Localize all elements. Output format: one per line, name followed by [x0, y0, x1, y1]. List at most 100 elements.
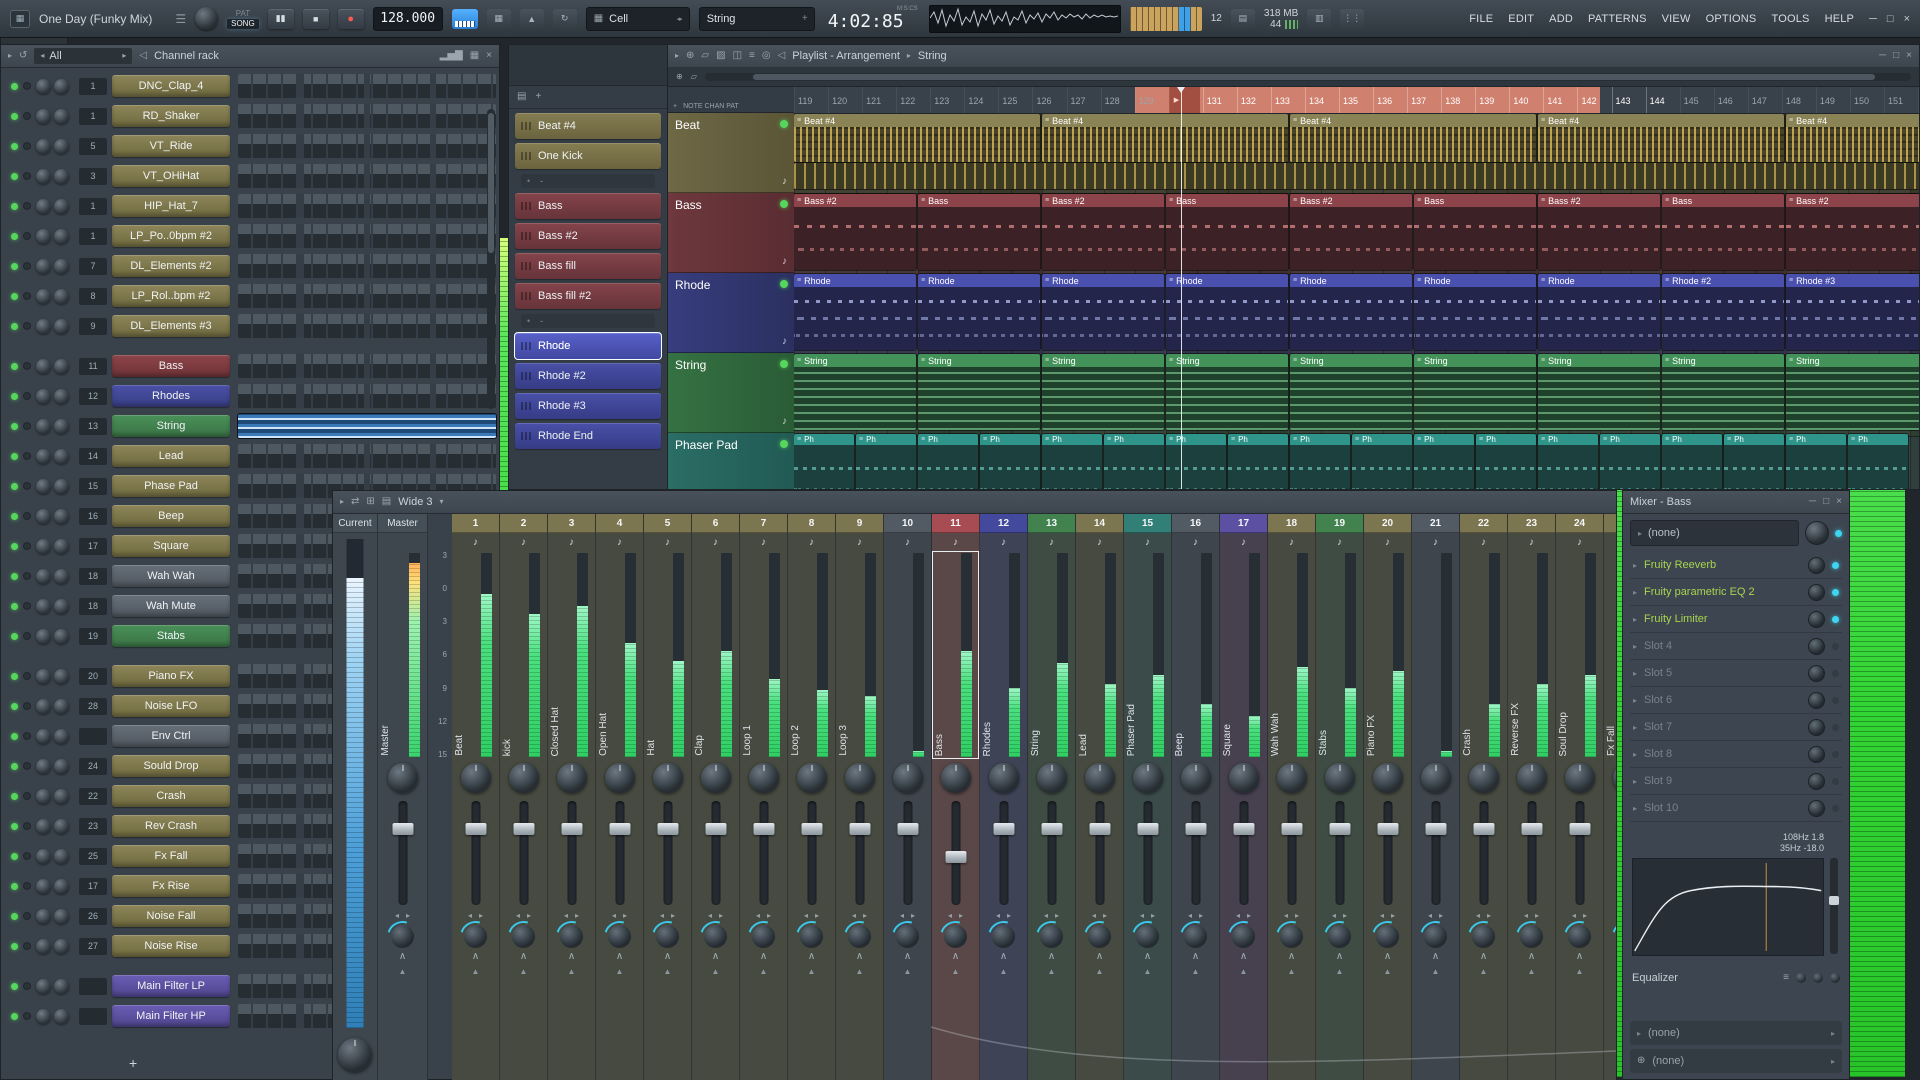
pattern-item[interactable]: Bass fill	[515, 253, 661, 279]
fx-extra1-arrow-icon[interactable]: ▸	[1637, 1029, 1641, 1038]
channel-name-button[interactable]: Wah Mute	[112, 595, 230, 617]
fx-close-icon[interactable]: ×	[1836, 497, 1842, 507]
playlist-clip[interactable]: ≡ String	[1166, 354, 1288, 430]
channel-mute-led[interactable]	[11, 173, 18, 180]
zoom-tool-icon[interactable]: ◎	[762, 51, 771, 61]
fx-slot[interactable]: ▸ Slot 5	[1630, 660, 1842, 687]
channel-target-number[interactable]: 13	[79, 418, 107, 435]
channel-name-button[interactable]: Lead	[112, 445, 230, 467]
channel-volume-knob[interactable]	[54, 109, 69, 124]
channel-target-number[interactable]: 20	[79, 668, 107, 685]
channel-mute-led[interactable]	[11, 603, 18, 610]
channel-target-number[interactable]: 26	[79, 908, 107, 925]
mixer-pan-knob[interactable]	[701, 763, 731, 793]
channel-target-number[interactable]: 11	[79, 358, 107, 375]
clip-menu-icon[interactable]: ≡	[1541, 277, 1545, 284]
mixer-strip[interactable]: 1 ♪ Beat ◂▸ ∧ ▲	[452, 514, 500, 1080]
clip-menu-icon[interactable]: ≡	[1045, 117, 1049, 124]
playlist-clip[interactable]: ≡ String	[1414, 354, 1536, 430]
channel-target-number[interactable]: 1	[79, 108, 107, 125]
eq-curve-display[interactable]	[1632, 858, 1824, 956]
mixer-stereo-knob[interactable]	[1472, 925, 1495, 948]
channel-volume-knob[interactable]	[54, 169, 69, 184]
menu-item[interactable]: ADD	[1549, 13, 1573, 25]
channel-filter-dropdown[interactable]: ◂ All ▸	[34, 48, 132, 64]
channel-volume-knob[interactable]	[54, 879, 69, 894]
fx-slot-name[interactable]: Slot 7	[1644, 721, 1801, 733]
channel-mute-led[interactable]	[11, 393, 18, 400]
channel-target-number[interactable]: 8	[79, 288, 107, 305]
arrangement-selector-value[interactable]: String	[707, 13, 736, 25]
mixer-strip[interactable]: 4 ♪ Open Hat ◂▸ ∧ ▲	[596, 514, 644, 1080]
mixer-fader-handle[interactable]	[849, 823, 870, 835]
channel-name-button[interactable]: Bass	[112, 355, 230, 377]
channel-name-button[interactable]: Noise Rise	[112, 935, 230, 957]
track-mute-led[interactable]	[780, 360, 788, 368]
channel-name-button[interactable]: Fx Fall	[112, 845, 230, 867]
clip-menu-icon[interactable]: ≡	[1851, 436, 1855, 443]
step-sequencer-grid[interactable]	[238, 134, 496, 158]
channel-pan-knob[interactable]	[36, 729, 51, 744]
step-sequencer-grid[interactable]	[238, 194, 496, 218]
track-header[interactable]: Phaser Pad ♪	[668, 433, 794, 490]
ruler-bar-cell[interactable]: 123	[930, 87, 961, 113]
channel-target-number[interactable]: 9	[79, 318, 107, 335]
channel-target-number[interactable]	[79, 1008, 107, 1025]
clip-menu-icon[interactable]: ≡	[1045, 197, 1049, 204]
mixer-stereo-knob[interactable]	[1184, 925, 1207, 948]
mixer-fader[interactable]	[932, 797, 979, 909]
mixer-layout-icon[interactable]: ▤	[382, 497, 391, 507]
rack-scrollbar[interactable]	[487, 109, 495, 409]
mixer-strip[interactable]: 23 ♪ Reverse FX ◂▸ ∧ ▲	[1508, 514, 1556, 1080]
fx-slot-mix-knob[interactable]	[1808, 719, 1825, 736]
close-rack-icon[interactable]: ×	[486, 51, 492, 61]
fx-extra1-open-icon[interactable]: ▸	[1831, 1029, 1835, 1038]
ruler-bar-cell[interactable]: 120	[828, 87, 859, 113]
playlist-clip[interactable]: ≡ Ph	[1600, 434, 1660, 489]
clip-menu-icon[interactable]: ≡	[1045, 436, 1049, 443]
channel-pan-knob[interactable]	[36, 909, 51, 924]
mixer-pan-knob[interactable]	[989, 763, 1019, 793]
channel-select-dot[interactable]	[23, 882, 31, 890]
clip-menu-icon[interactable]: ≡	[921, 357, 925, 364]
playlist-clip[interactable]: ≡ Rhode	[1414, 274, 1536, 350]
channel-pan-knob[interactable]	[36, 849, 51, 864]
playlist-maximize-icon[interactable]: □	[1893, 51, 1899, 61]
channel-select-dot[interactable]	[23, 262, 31, 270]
fx-slot-arrow-icon[interactable]: ▸	[1633, 696, 1637, 705]
step-sequencer-grid[interactable]	[238, 104, 496, 128]
channel-volume-knob[interactable]	[54, 819, 69, 834]
channel-volume-knob[interactable]	[54, 509, 69, 524]
channel-mute-led[interactable]	[11, 293, 18, 300]
playlist-clip[interactable]: ≡ Ph	[1786, 434, 1846, 489]
clip-menu-icon[interactable]: ≡	[1541, 197, 1545, 204]
channel-name-button[interactable]: VT_OHiHat	[112, 165, 230, 187]
mixer-strip[interactable]: 14 ♪ Lead ◂▸ ∧ ▲	[1076, 514, 1124, 1080]
fx-slot-name[interactable]: Slot 9	[1644, 775, 1801, 787]
ruler-bar-cell[interactable]: 151	[1884, 87, 1915, 113]
fx-slot-enable-led[interactable]	[1832, 589, 1839, 596]
channel-volume-knob[interactable]	[54, 229, 69, 244]
channel-pan-knob[interactable]	[36, 539, 51, 554]
channel-target-number[interactable]: 14	[79, 448, 107, 465]
channel-target-number[interactable]: 27	[79, 938, 107, 955]
mixer-strip-number[interactable]: 8	[788, 514, 835, 533]
mixer-stereo-knob[interactable]	[944, 925, 967, 948]
channel-mute-led[interactable]	[11, 83, 18, 90]
channel-pan-knob[interactable]	[36, 169, 51, 184]
current-big-knob[interactable]	[338, 1038, 372, 1072]
playlist-clip[interactable]: ≡ Beat #4	[794, 114, 1040, 162]
clip-menu-icon[interactable]: ≡	[1603, 436, 1607, 443]
channel-mute-led[interactable]	[11, 733, 18, 740]
channel-target-number[interactable]: 17	[79, 878, 107, 895]
mixer-view-label[interactable]: Wide 3	[398, 496, 432, 508]
fx-extra2-open-icon[interactable]: ▸	[1831, 1057, 1835, 1066]
fx-maximize-icon[interactable]: □	[1823, 497, 1829, 507]
fx-slot-name[interactable]: Fruity parametric EQ 2	[1644, 586, 1801, 598]
channel-volume-knob[interactable]	[54, 789, 69, 804]
mixer-fader[interactable]	[548, 797, 595, 909]
playlist-clip[interactable]: ≡ Ph	[1538, 434, 1598, 489]
clip-menu-icon[interactable]: ≡	[797, 436, 801, 443]
channel-volume-knob[interactable]	[54, 259, 69, 274]
channel-target-number[interactable]: 7	[79, 258, 107, 275]
